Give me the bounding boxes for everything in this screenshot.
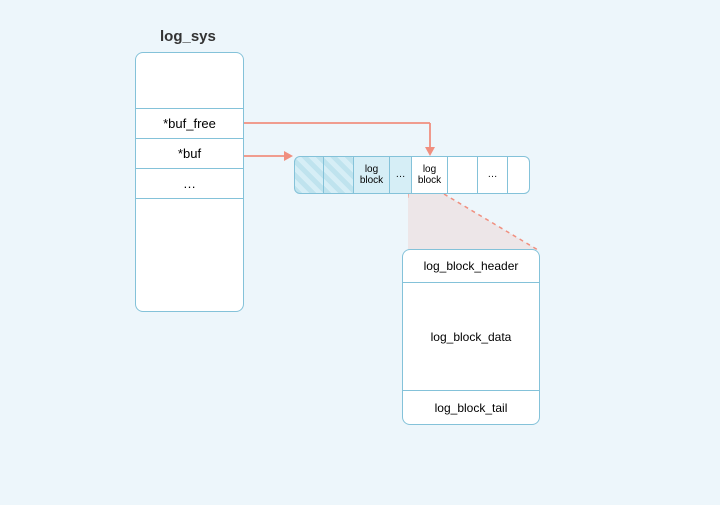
detail-tail: log_block_tail: [403, 391, 539, 424]
detail-data: log_block_data: [403, 283, 539, 391]
log-block-detail: log_block_header log_block_data log_bloc…: [402, 249, 540, 425]
buffer-cell-used: [294, 156, 324, 194]
log-buffer: log block … log block …: [294, 156, 530, 194]
buffer-cell-log-block-focus: log block: [412, 156, 448, 194]
field-buf: *buf: [136, 139, 243, 169]
arrow-buf: [244, 148, 296, 164]
struct-title: log_sys: [160, 28, 216, 45]
buffer-cell-ellipsis: …: [390, 156, 412, 194]
log-sys-struct: *buf_free *buf …: [135, 52, 244, 312]
buffer-cell-empty: [508, 156, 530, 194]
buffer-cell-empty: [448, 156, 478, 194]
buffer-cell-log-block: log block: [354, 156, 390, 194]
detail-header: log_block_header: [403, 250, 539, 283]
field-ellipsis: …: [136, 169, 243, 199]
buffer-cell-used: [324, 156, 354, 194]
struct-gap-top: [136, 53, 243, 109]
zoom-connector: [408, 194, 538, 250]
field-buf-free: *buf_free: [136, 109, 243, 139]
buffer-cell-ellipsis-white: …: [478, 156, 508, 194]
struct-gap-bottom: [136, 199, 243, 311]
